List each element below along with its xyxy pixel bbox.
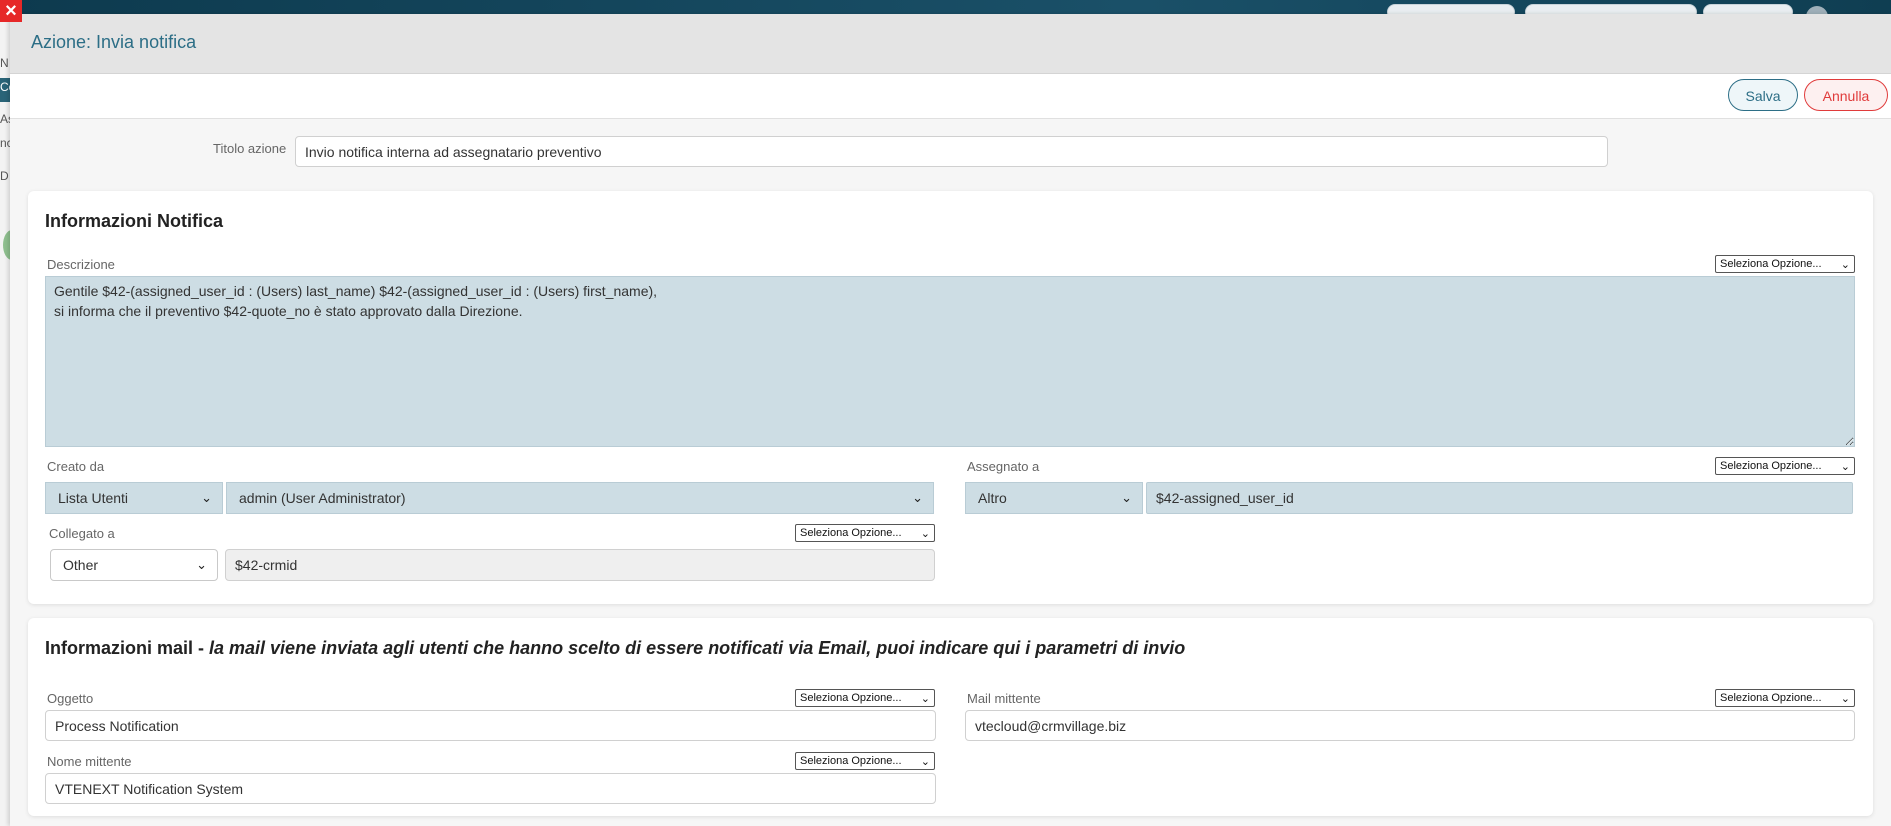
- modal-title: Azione: Invia notifica: [31, 32, 197, 52]
- linked-to-input[interactable]: $42-crmid: [225, 549, 935, 581]
- background-text: N: [0, 56, 9, 70]
- description-textarea[interactable]: Gentile $42-(assigned_user_id : (Users) …: [45, 276, 1855, 447]
- subject-option-select[interactable]: Seleziona Opzione... ⌄: [795, 689, 935, 707]
- select-label: Other: [63, 557, 99, 573]
- select-label: Altro: [978, 490, 1007, 506]
- chevron-down-icon: ⌄: [1840, 259, 1850, 271]
- linked-to-label: Collegato a: [49, 526, 115, 541]
- mail-section-title: Informazioni mail - la mail viene inviat…: [45, 638, 1185, 659]
- select-label: Seleziona Opzione...: [800, 527, 902, 539]
- linked-to-type-select[interactable]: Other ⌄: [50, 549, 218, 581]
- mail-section-title-text: Informazioni mail -: [45, 638, 210, 658]
- created-by-type-select[interactable]: Lista Utenti ⌄: [45, 482, 223, 514]
- description-option-select[interactable]: Seleziona Opzione... ⌄: [1715, 255, 1855, 273]
- action-title-input[interactable]: Invio notifica interna ad assegnatario p…: [295, 136, 1608, 167]
- assigned-to-label: Assegnato a: [967, 459, 1040, 474]
- select-label: Seleziona Opzione...: [1720, 460, 1822, 472]
- sender-name-label: Nome mittente: [47, 754, 132, 769]
- notification-section-title: Informazioni Notifica: [45, 211, 224, 231]
- select-label: Seleziona Opzione...: [800, 755, 902, 767]
- sender-mail-label: Mail mittente: [967, 691, 1041, 706]
- chevron-down-icon: ⌄: [912, 490, 923, 505]
- save-button[interactable]: Salva: [1728, 79, 1798, 111]
- select-label: Seleziona Opzione...: [1720, 258, 1822, 270]
- assigned-to-type-select[interactable]: Altro ⌄: [965, 482, 1143, 514]
- modal-content: Titolo azione Invio notifica interna ad …: [10, 119, 1891, 826]
- action-modal: Azione: Invia notifica Salva Annulla Tit…: [10, 14, 1891, 826]
- close-icon[interactable]: ×: [0, 0, 22, 22]
- sender-name-option-select[interactable]: Seleziona Opzione... ⌄: [795, 752, 935, 770]
- chevron-down-icon: ⌄: [1840, 461, 1850, 473]
- chevron-down-icon: ⌄: [920, 528, 930, 540]
- created-by-label: Creato da: [47, 459, 105, 474]
- assigned-to-input[interactable]: $42-assigned_user_id: [1146, 482, 1853, 514]
- background-text: D: [0, 169, 9, 183]
- sender-name-input[interactable]: VTENEXT Notification System: [45, 773, 936, 804]
- chevron-down-icon: ⌄: [201, 490, 212, 505]
- select-label: Seleziona Opzione...: [1720, 692, 1822, 704]
- subject-input[interactable]: Process Notification: [45, 710, 936, 741]
- select-label: Seleziona Opzione...: [800, 692, 902, 704]
- mail-card: Informazioni mail - la mail viene inviat…: [28, 618, 1873, 816]
- chevron-down-icon: ⌄: [1121, 490, 1132, 505]
- chevron-down-icon: ⌄: [920, 756, 930, 768]
- modal-toolbar: Salva Annulla: [10, 74, 1891, 119]
- sender-mail-input[interactable]: vtecloud@crmvillage.biz: [965, 710, 1855, 741]
- sender-mail-option-select[interactable]: Seleziona Opzione... ⌄: [1715, 689, 1855, 707]
- chevron-down-icon: ⌄: [920, 693, 930, 705]
- assigned-to-option-select[interactable]: Seleziona Opzione... ⌄: [1715, 457, 1855, 475]
- subject-label: Oggetto: [47, 691, 94, 706]
- description-label: Descrizione: [47, 257, 115, 272]
- notification-card: Informazioni Notifica Descrizione Selezi…: [28, 191, 1873, 604]
- select-label: admin (User Administrator): [239, 490, 406, 506]
- modal-header: Azione: Invia notifica: [10, 14, 1891, 74]
- chevron-down-icon: ⌄: [1840, 693, 1850, 705]
- mail-section-title-note: la mail viene inviata agli utenti che ha…: [209, 638, 1186, 658]
- created-by-user-select[interactable]: admin (User Administrator) ⌄: [226, 482, 934, 514]
- action-title-label: Titolo azione: [213, 141, 287, 156]
- linked-to-option-select[interactable]: Seleziona Opzione... ⌄: [795, 524, 935, 542]
- select-label: Lista Utenti: [58, 490, 129, 506]
- chevron-down-icon: ⌄: [196, 557, 207, 572]
- cancel-button[interactable]: Annulla: [1804, 79, 1888, 111]
